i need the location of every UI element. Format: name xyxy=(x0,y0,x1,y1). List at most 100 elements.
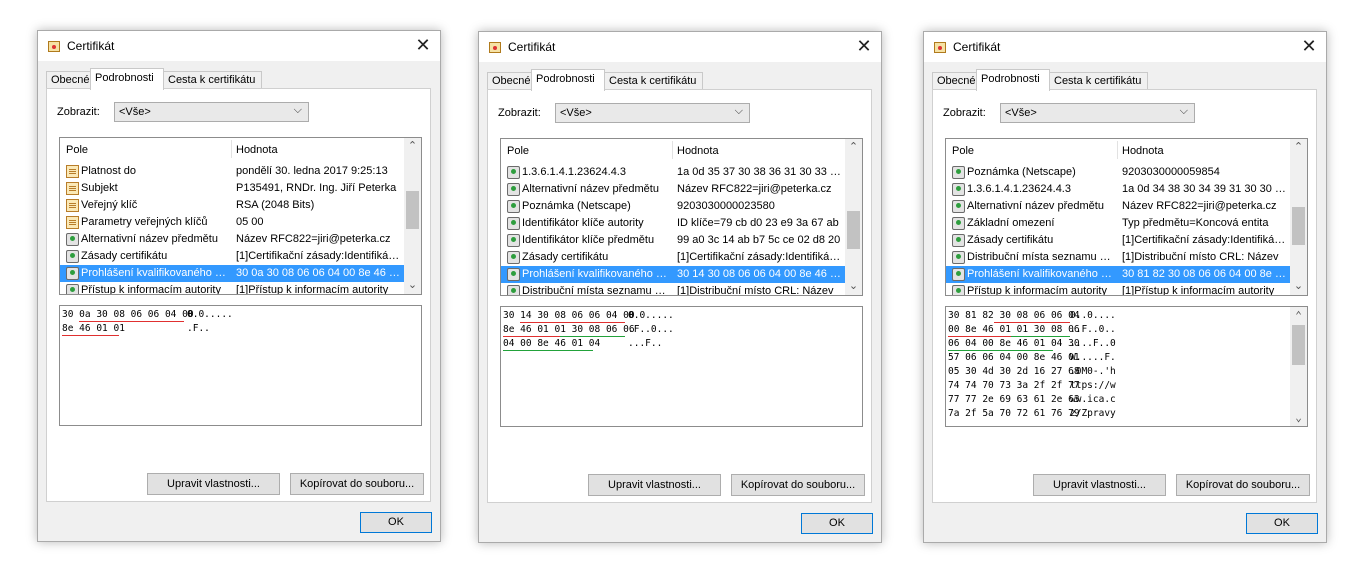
field-name: Zásady certifikátu xyxy=(967,234,1054,246)
field-row[interactable]: Platnost do pondělí 30. ledna 2017 9:25:1… xyxy=(60,163,404,180)
document-icon xyxy=(66,199,79,212)
hex-bytes: 74 74 70 73 3a 2f 2f 77 xyxy=(948,380,1080,391)
edit-properties-button[interactable]: Upravit vlastnosti... xyxy=(147,473,280,495)
field-list[interactable]: Pole Hodnota Platnost do pondělí 30. ledn… xyxy=(59,137,422,295)
field-row[interactable]: Základní omezení Typ předmětu=Koncová ent… xyxy=(946,215,1290,232)
field-row[interactable]: Alternativní název předmětu Název RFC822=… xyxy=(501,181,845,198)
copy-to-file-button[interactable]: Kopírovat do souboru... xyxy=(1176,474,1310,496)
column-header-field[interactable]: Pole xyxy=(66,144,88,156)
column-header-field[interactable]: Pole xyxy=(952,145,974,157)
field-value: Typ předmětu=Koncová entita xyxy=(1122,217,1269,229)
field-row-selected[interactable]: Prohlášení kvalifikovaného certifikátu 30… xyxy=(946,266,1290,283)
show-select-value: <Vše> xyxy=(1005,107,1037,119)
field-row[interactable]: 1.3.6.1.4.1.23624.4.3 1a 0d 34 38 30 34 3… xyxy=(946,181,1290,198)
column-header-value[interactable]: Hodnota xyxy=(236,144,278,156)
scroll-down-icon[interactable]: ⌄ xyxy=(404,277,421,294)
tab-general[interactable]: Obecné xyxy=(46,71,91,89)
value-hex-box[interactable]: 30 81 82 30 08 06 06 04 0..0.... 00 8e 46 … xyxy=(945,306,1308,427)
column-header-value[interactable]: Hodnota xyxy=(1122,145,1164,157)
extension-icon xyxy=(952,183,965,196)
ok-button[interactable]: OK xyxy=(360,512,432,533)
field-row[interactable]: Distribuční místa seznamu odvolaných [1]D… xyxy=(946,249,1290,266)
close-icon[interactable]: ✕ xyxy=(414,35,432,55)
tab-details[interactable]: Podrobnosti xyxy=(90,68,164,90)
tab-details[interactable]: Podrobnosti xyxy=(976,69,1050,91)
scroll-up-icon[interactable]: ⌃ xyxy=(845,139,862,156)
column-header-field[interactable]: Pole xyxy=(507,145,529,157)
document-icon xyxy=(66,216,79,229)
field-value: 30 0a 30 08 06 06 04 00 8e 46 01 01 xyxy=(236,267,401,279)
edit-properties-button[interactable]: Upravit vlastnosti... xyxy=(1033,474,1166,496)
hex-box-scrollbar[interactable]: ⌃ ⌄ xyxy=(1290,307,1307,426)
field-value: P135491, RNDr. Ing. Jiří Peterka xyxy=(236,182,397,194)
extension-icon xyxy=(507,268,520,281)
field-row[interactable]: Zásady certifikátu [1]Certifikační zásady… xyxy=(946,232,1290,249)
scroll-down-icon[interactable]: ⌄ xyxy=(845,278,862,295)
scroll-thumb[interactable] xyxy=(1292,207,1305,245)
field-value: 30 14 30 08 06 06 04 00 8e 46 01 01 xyxy=(677,268,842,280)
column-divider[interactable] xyxy=(672,141,673,159)
field-row[interactable]: Poznámka (Netscape) 9203030000059854 xyxy=(946,164,1290,181)
extension-icon xyxy=(66,250,79,263)
field-list-scrollbar[interactable]: ⌃ ⌄ xyxy=(404,138,421,294)
scroll-down-icon[interactable]: ⌄ xyxy=(1290,409,1307,426)
field-row[interactable]: Alternativní název předmětu Název RFC822=… xyxy=(946,198,1290,215)
tab-certification-path[interactable]: Cesta k certifikátu xyxy=(1049,72,1148,90)
scroll-thumb[interactable] xyxy=(1292,325,1305,365)
scroll-thumb[interactable] xyxy=(406,191,419,229)
chevron-down-icon: ⌵ xyxy=(293,104,302,116)
hex-bytes: 30 81 82 30 08 06 06 04 xyxy=(948,310,1080,321)
close-icon[interactable]: ✕ xyxy=(1300,36,1318,56)
scroll-thumb[interactable] xyxy=(847,211,860,249)
ok-button[interactable]: OK xyxy=(1246,513,1318,534)
field-row[interactable]: Přístup k informacím autority [1]Přístup … xyxy=(946,283,1290,295)
field-rows: Poznámka (Netscape) 9203030000059854 1.3.6… xyxy=(946,164,1290,295)
show-select[interactable]: <Vše> ⌵ xyxy=(114,102,309,122)
show-select-value: <Vše> xyxy=(560,107,592,119)
field-name: Alternativní název předmětu xyxy=(967,200,1104,212)
field-row[interactable]: Parametry veřejných klíčů 05 00 xyxy=(60,214,404,231)
field-row[interactable]: Přístup k informacím autority [1]Přístup … xyxy=(60,282,404,294)
column-divider[interactable] xyxy=(1117,141,1118,159)
field-row[interactable]: Identifikátor klíče předmětu 99 a0 3c 14 … xyxy=(501,232,845,249)
scroll-up-icon[interactable]: ⌃ xyxy=(1290,307,1307,324)
value-hex-box[interactable]: 30 14 30 08 06 06 04 00 0.0..... 8e 46 01 … xyxy=(500,306,863,427)
field-list-scrollbar[interactable]: ⌃ ⌄ xyxy=(845,139,862,295)
field-list[interactable]: Pole Hodnota 1.3.6.1.4.1.23624.4.3 1a 0d … xyxy=(500,138,863,296)
scroll-up-icon[interactable]: ⌃ xyxy=(404,138,421,155)
tab-certification-path[interactable]: Cesta k certifikátu xyxy=(604,72,703,90)
field-row[interactable]: Poznámka (Netscape) 9203030000023580 xyxy=(501,198,845,215)
copy-to-file-button[interactable]: Kopírovat do souboru... xyxy=(731,474,865,496)
field-list-scrollbar[interactable]: ⌃ ⌄ xyxy=(1290,139,1307,295)
field-name: Distribuční místa seznamu odvolaných xyxy=(967,251,1114,263)
scroll-up-icon[interactable]: ⌃ xyxy=(1290,139,1307,156)
hex-ascii: ....F..0 xyxy=(1070,338,1116,349)
tab-general[interactable]: Obecné xyxy=(487,72,532,90)
field-row-selected[interactable]: Prohlášení kvalifikovaného certifikátu 30… xyxy=(501,266,845,283)
tab-details[interactable]: Podrobnosti xyxy=(531,69,605,91)
value-hex-box[interactable]: 30 0a 30 08 06 06 04 00 0.0..... 8e 46 01 … xyxy=(59,305,422,426)
scroll-down-icon[interactable]: ⌄ xyxy=(1290,278,1307,295)
close-icon[interactable]: ✕ xyxy=(855,36,873,56)
column-divider[interactable] xyxy=(231,140,232,158)
field-row-selected[interactable]: Prohlášení kvalifikovaného certifikátu 30… xyxy=(60,265,404,282)
field-row[interactable]: Zásady certifikátu [1]Certifikační zásady… xyxy=(60,248,404,265)
field-row[interactable]: Subjekt P135491, RNDr. Ing. Jiří Peterka xyxy=(60,180,404,197)
hex-bytes: 30 0a 30 08 06 06 04 00 xyxy=(62,309,194,320)
ok-button[interactable]: OK xyxy=(801,513,873,534)
show-select[interactable]: <Vše> ⌵ xyxy=(1000,103,1195,123)
field-row[interactable]: 1.3.6.1.4.1.23624.4.3 1a 0d 35 37 30 38 3… xyxy=(501,164,845,181)
tab-general[interactable]: Obecné xyxy=(932,72,977,90)
column-header-value[interactable]: Hodnota xyxy=(677,145,719,157)
field-list[interactable]: Pole Hodnota Poznámka (Netscape) 92030300… xyxy=(945,138,1308,296)
field-row[interactable]: Veřejný klíč RSA (2048 Bits) xyxy=(60,197,404,214)
field-row[interactable]: Identifikátor klíče autority ID klíče=79 … xyxy=(501,215,845,232)
field-name: Identifikátor klíče předmětu xyxy=(522,234,655,246)
field-row[interactable]: Distribuční místa seznamu odvolaných [1]D… xyxy=(501,283,845,295)
tab-certification-path[interactable]: Cesta k certifikátu xyxy=(163,71,262,89)
copy-to-file-button[interactable]: Kopírovat do souboru... xyxy=(290,473,424,495)
show-select[interactable]: <Vše> ⌵ xyxy=(555,103,750,123)
edit-properties-button[interactable]: Upravit vlastnosti... xyxy=(588,474,721,496)
field-row[interactable]: Alternativní název předmětu Název RFC822=… xyxy=(60,231,404,248)
field-row[interactable]: Zásady certifikátu [1]Certifikační zásady… xyxy=(501,249,845,266)
